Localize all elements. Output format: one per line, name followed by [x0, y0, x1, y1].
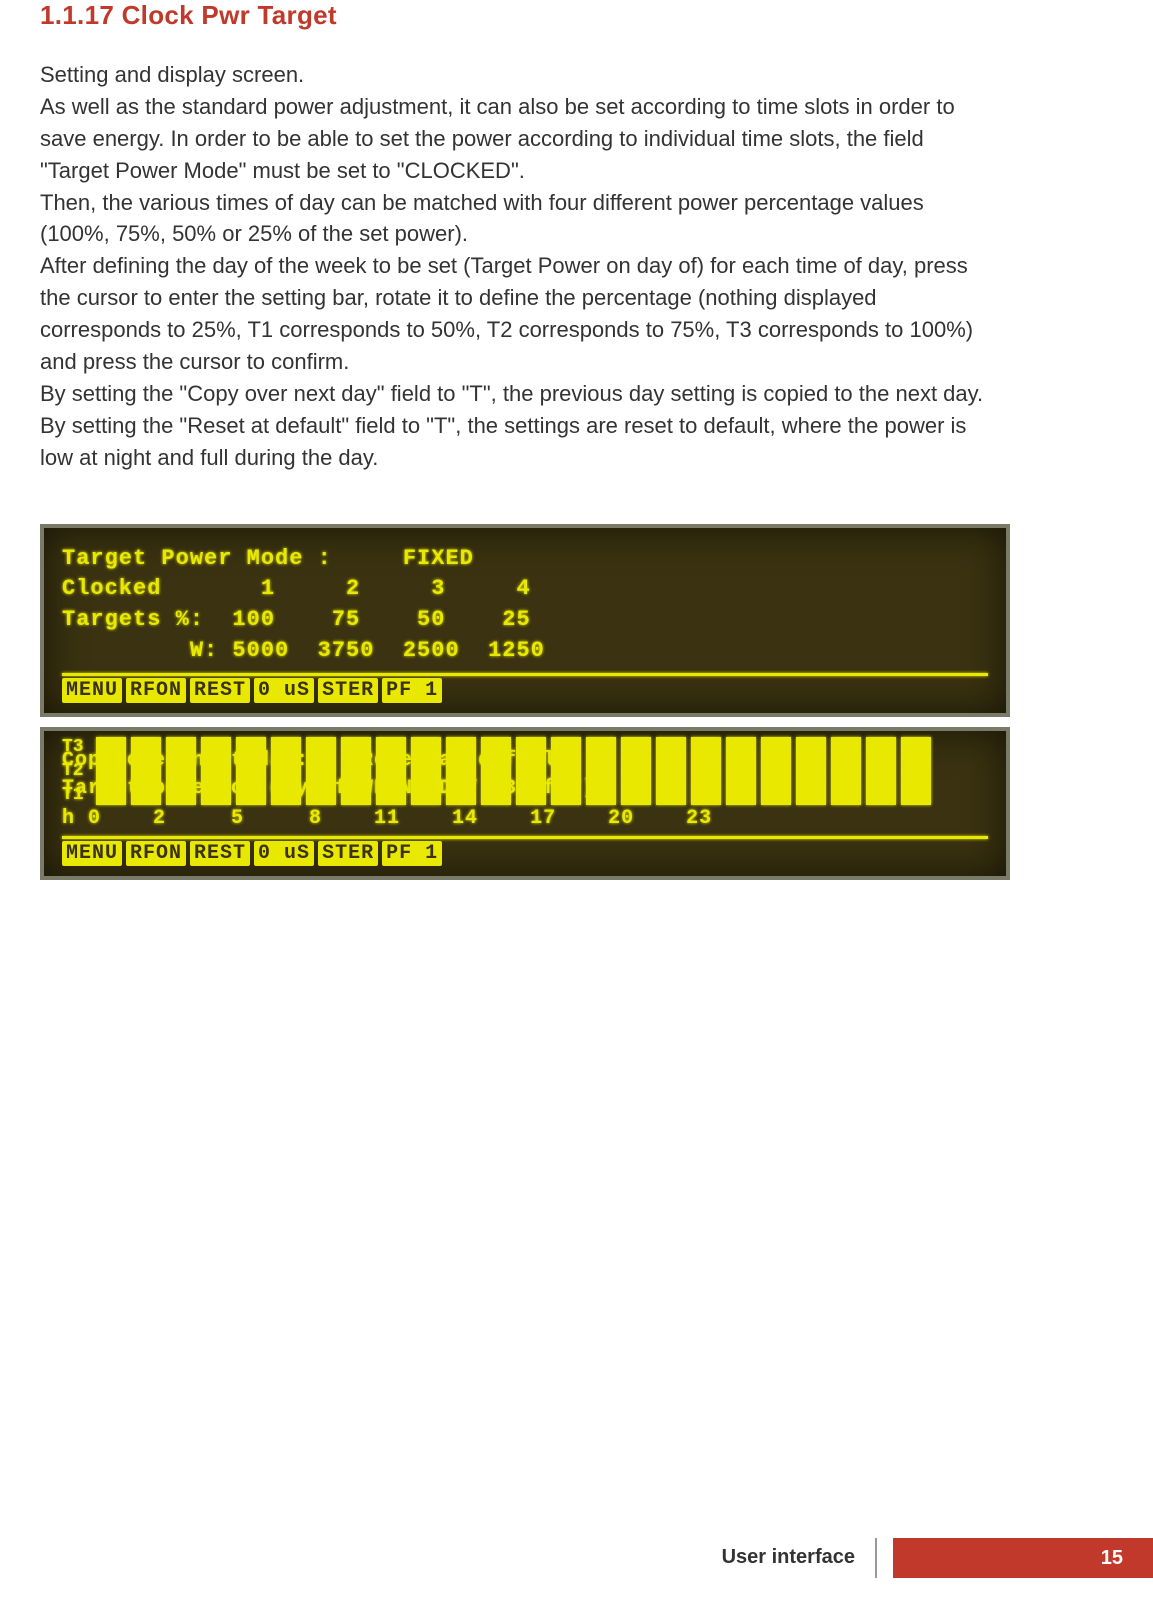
menu-item: PF 1	[382, 841, 442, 866]
schedule-bar	[831, 737, 861, 805]
footer-section-label: User interface	[722, 1538, 877, 1578]
menu-item: PF 1	[382, 678, 442, 703]
lcd-menu-bar: MENU RFON REST 0 uS STER PF 1	[62, 678, 988, 703]
paragraph: Then, the various times of day can be ma…	[40, 187, 990, 251]
schedule-bar	[516, 737, 546, 805]
schedule-bar	[96, 737, 126, 805]
menu-item: REST	[190, 678, 250, 703]
divider	[62, 673, 988, 676]
schedule-bar	[131, 737, 161, 805]
schedule-bar	[726, 737, 756, 805]
lcd-line: W: 5000 3750 2500 1250	[62, 636, 988, 667]
schedule-bar	[201, 737, 231, 805]
schedule-bar	[446, 737, 476, 805]
menu-item: MENU	[62, 678, 122, 703]
menu-item: RFON	[126, 841, 186, 866]
menu-item: 0 uS	[254, 678, 314, 703]
menu-item: STER	[318, 841, 378, 866]
schedule-bar	[691, 737, 721, 805]
lcd-line: Clocked 1 2 3 4	[62, 574, 988, 605]
schedule-bar	[341, 737, 371, 805]
menu-item: MENU	[62, 841, 122, 866]
schedule-bar	[761, 737, 791, 805]
tier-label: T1	[62, 785, 84, 805]
schedule-bar	[901, 737, 931, 805]
menu-item: RFON	[126, 678, 186, 703]
paragraph: By setting the "Copy over next day" fiel…	[40, 378, 990, 410]
schedule-bar	[551, 737, 581, 805]
schedule-bar	[306, 737, 336, 805]
schedule-bar	[796, 737, 826, 805]
footer-page-number: 15	[893, 1538, 1153, 1578]
tier-label: T2	[62, 761, 84, 781]
divider	[62, 836, 988, 839]
lcd-menu-bar: MENU RFON REST 0 uS STER PF 1	[62, 841, 988, 866]
page-footer: User interface 15	[0, 1538, 1153, 1578]
schedule-bar	[621, 737, 651, 805]
section-heading: 1.1.17 Clock Pwr Target	[40, 0, 1113, 31]
tier-label: T3	[62, 737, 84, 757]
schedule-bar	[866, 737, 896, 805]
schedule-bars: T3 T2 T1	[62, 737, 988, 805]
paragraph: As well as the standard power adjustment…	[40, 91, 990, 187]
schedule-bar	[166, 737, 196, 805]
menu-item: REST	[190, 841, 250, 866]
schedule-bar	[481, 737, 511, 805]
schedule-bar	[376, 737, 406, 805]
hours-axis: h 0 2 5 8 11 14 17 20 23	[62, 807, 988, 830]
schedule-bar	[236, 737, 266, 805]
body-text: Setting and display screen. As well as t…	[40, 59, 990, 474]
lcd-screen-1: Target Power Mode : FIXED Clocked 1 2 3 …	[40, 524, 1010, 717]
paragraph: After defining the day of the week to be…	[40, 250, 990, 378]
schedule-bar	[586, 737, 616, 805]
paragraph: Setting and display screen.	[40, 59, 990, 91]
schedule-bar	[656, 737, 686, 805]
lcd-line: Targets %: 100 75 50 25	[62, 605, 988, 636]
lcd-screen-2: Copy over next day: F Reset at default: …	[40, 727, 1010, 880]
paragraph: By setting the "Reset at default" field …	[40, 410, 990, 474]
schedule-bar	[271, 737, 301, 805]
menu-item: STER	[318, 678, 378, 703]
lcd-line: Target Power Mode : FIXED	[62, 544, 988, 575]
menu-item: 0 uS	[254, 841, 314, 866]
schedule-bar	[411, 737, 441, 805]
